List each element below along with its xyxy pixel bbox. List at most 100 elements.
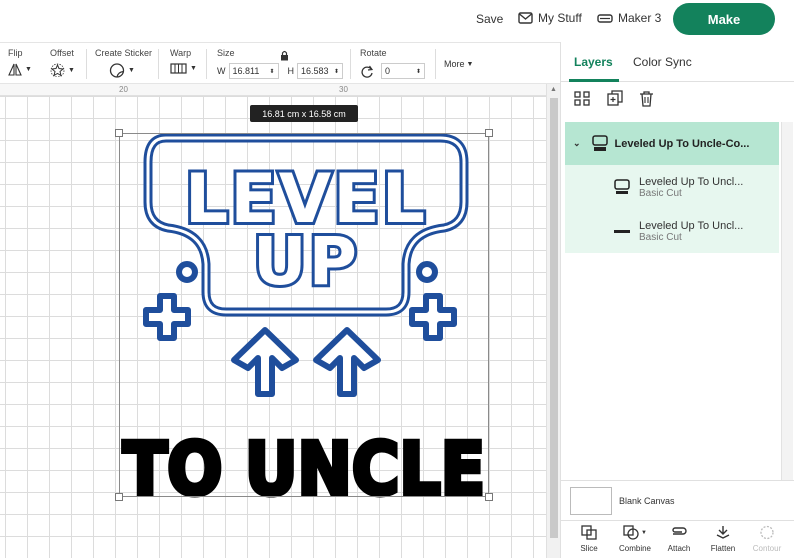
- blank-canvas-label: Blank Canvas: [619, 495, 675, 506]
- slice-icon: [581, 525, 597, 540]
- warp-label: Warp: [170, 48, 192, 58]
- chevron-down-icon: ▼: [190, 65, 197, 72]
- contour-button[interactable]: Contour: [747, 525, 787, 553]
- flip-label: Flip: [8, 48, 23, 58]
- more-label: More: [444, 59, 465, 69]
- scroll-up-icon[interactable]: ▲: [550, 86, 557, 93]
- warp-icon: [170, 63, 187, 74]
- offset-label: Offset: [50, 48, 74, 58]
- flatten-label: Flatten: [710, 544, 736, 553]
- flip-icon: [8, 63, 22, 76]
- scrollbar-thumb[interactable]: [550, 98, 558, 538]
- layer-row[interactable]: Leveled Up To Uncl... Basic Cut: [565, 209, 779, 253]
- tab-layers[interactable]: Layers: [574, 55, 613, 69]
- sticker-icon: [109, 63, 125, 78]
- divider: [435, 49, 436, 79]
- layer-operation: Basic Cut: [639, 187, 682, 199]
- resize-handle[interactable]: [115, 129, 123, 137]
- contour-label: Contour: [752, 544, 782, 553]
- rotate-input[interactable]: 0 ⬍: [381, 63, 425, 79]
- top-bar: Save My Stuff Maker 3 Make: [0, 0, 794, 40]
- stepper-icon: ⬍: [269, 68, 275, 75]
- group-icon[interactable]: [573, 90, 591, 107]
- trash-icon[interactable]: [639, 90, 654, 107]
- horizontal-ruler: 20 30: [0, 84, 546, 96]
- offset-icon: [50, 63, 65, 77]
- ruler-mark: 30: [339, 85, 348, 94]
- width-label: W: [217, 66, 226, 76]
- stepper-icon: ⬍: [415, 68, 421, 75]
- rotate-tool: Rotate 0 ⬍: [360, 48, 425, 79]
- flip-tool[interactable]: Flip ▼: [8, 48, 32, 76]
- attach-label: Attach: [667, 544, 691, 553]
- chevron-down-icon[interactable]: ⌄: [573, 138, 581, 149]
- combine-label: Combine: [618, 544, 651, 553]
- attach-button[interactable]: Attach: [659, 525, 699, 553]
- layer-thumbnail: [614, 230, 630, 233]
- layer-name: Leveled Up To Uncl...: [639, 175, 744, 188]
- layers-panel: Layers Color Sync ⌄ Leveled Up To Uncle-…: [560, 42, 794, 558]
- combine-icon: [623, 525, 639, 540]
- caret-down-icon: ▼: [466, 60, 474, 68]
- envelope-icon: [518, 12, 533, 24]
- divider: [206, 49, 207, 79]
- ruler-mark: 20: [119, 85, 128, 94]
- layer-operation: Basic Cut: [639, 231, 682, 243]
- combine-button[interactable]: ▼ Combine: [615, 525, 655, 553]
- chevron-down-icon: ▼: [641, 529, 647, 536]
- layer-row[interactable]: Leveled Up To Uncl... Basic Cut: [565, 165, 779, 209]
- bottom-toolbar: Slice ▼ Combine Attach Flatten Contour: [561, 520, 794, 558]
- canvas-swatch: [570, 486, 612, 515]
- slice-label: Slice: [580, 544, 598, 553]
- flatten-button[interactable]: Flatten: [703, 525, 743, 553]
- divider: [86, 49, 87, 79]
- size-tooltip: 16.81 cm x 16.58 cm: [250, 105, 358, 122]
- resize-handle[interactable]: [485, 129, 493, 137]
- more-menu-button[interactable]: More ▼: [444, 59, 473, 69]
- divider: [158, 49, 159, 79]
- layer-list: ⌄ Leveled Up To Uncle-Co... Leveled Up T…: [565, 122, 779, 253]
- active-tab-indicator: [569, 79, 619, 82]
- create-sticker-tool[interactable]: Create Sticker ▼: [95, 48, 152, 78]
- height-input[interactable]: 16.583 ⬍: [297, 63, 343, 79]
- machine-label: Maker 3: [618, 11, 662, 25]
- lock-icon[interactable]: [280, 50, 289, 61]
- layer-group-label: Leveled Up To Uncle-Co...: [614, 137, 750, 150]
- my-stuff-button[interactable]: My Stuff: [518, 11, 582, 25]
- warp-tool[interactable]: Warp ▼: [170, 48, 197, 74]
- layer-name: Leveled Up To Uncl...: [639, 219, 744, 232]
- flatten-icon: [716, 526, 730, 539]
- rotate-label: Rotate: [360, 48, 387, 58]
- paperclip-icon: [672, 527, 687, 535]
- rotate-value: 0: [385, 66, 391, 76]
- layer-group-row[interactable]: ⌄ Leveled Up To Uncle-Co...: [565, 122, 779, 165]
- layer-thumbnail: [614, 179, 630, 194]
- resize-handle[interactable]: [485, 493, 493, 501]
- offset-tool[interactable]: Offset ▼: [50, 48, 75, 77]
- chevron-down-icon: ▼: [25, 66, 32, 73]
- edit-toolbar: Flip ▼ Offset ▼ Create Sticker ▼ Warp ▼ …: [0, 42, 560, 84]
- canvas-scrollbar[interactable]: ▲: [546, 84, 560, 558]
- chevron-down-icon: ▼: [68, 66, 75, 74]
- create-sticker-label: Create Sticker: [95, 48, 153, 58]
- layer-actions: [573, 90, 654, 107]
- resize-handle[interactable]: [115, 493, 123, 501]
- rotate-icon[interactable]: [360, 65, 374, 78]
- width-value: 16.811: [232, 66, 260, 76]
- panel-tabs: Layers Color Sync: [561, 42, 794, 82]
- slice-button[interactable]: Slice: [569, 525, 609, 553]
- divider: [350, 49, 351, 79]
- save-button[interactable]: Save: [476, 12, 503, 26]
- width-input[interactable]: 16.811 ⬍: [228, 63, 279, 79]
- blank-canvas-row[interactable]: Blank Canvas: [561, 480, 794, 520]
- panel-scrollbar[interactable]: [781, 122, 793, 480]
- contour-icon: [760, 525, 774, 540]
- duplicate-icon[interactable]: [607, 90, 623, 107]
- my-stuff-label: My Stuff: [538, 11, 582, 25]
- make-button[interactable]: Make: [673, 3, 775, 35]
- selection-box[interactable]: [119, 133, 489, 497]
- tab-color-sync[interactable]: Color Sync: [633, 55, 692, 69]
- machine-selector[interactable]: Maker 3: [597, 11, 661, 25]
- layer-thumbnail: [591, 134, 608, 151]
- cutting-machine-icon: [597, 13, 613, 23]
